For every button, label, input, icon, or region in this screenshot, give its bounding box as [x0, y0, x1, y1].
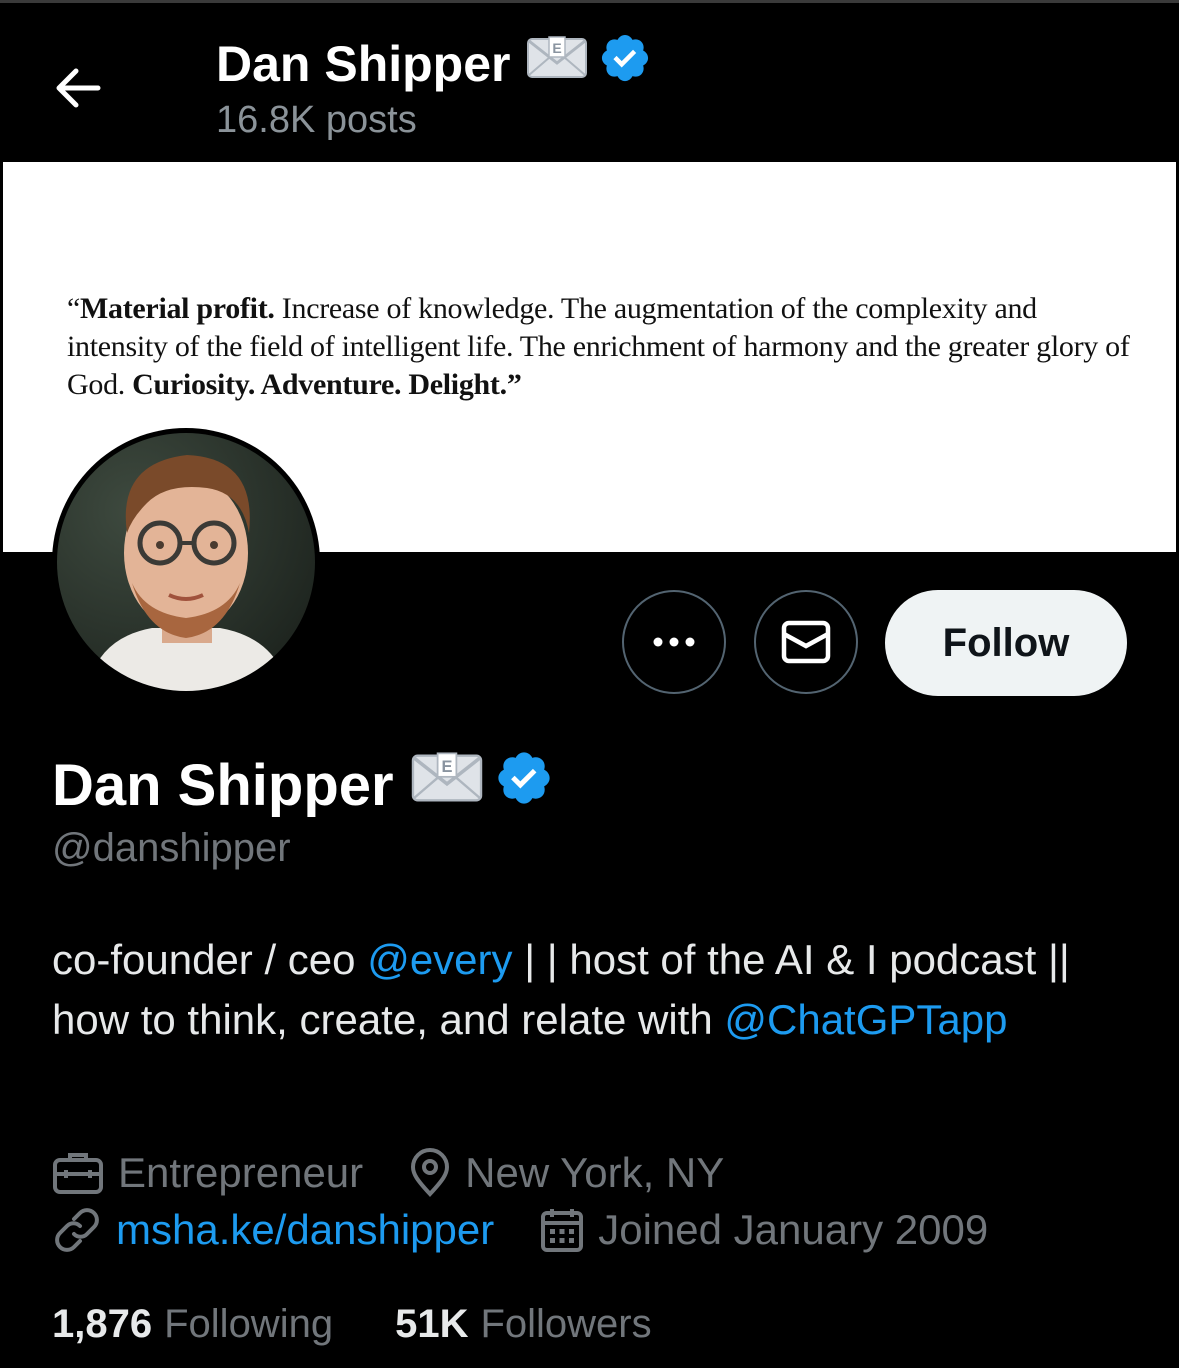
avatar-photo: [57, 433, 315, 691]
more-button[interactable]: [622, 590, 726, 694]
profile-header: Dan Shipper E 16.8K posts: [0, 3, 1179, 160]
back-button[interactable]: [48, 58, 108, 118]
svg-text:E: E: [441, 758, 452, 776]
avatar[interactable]: [52, 428, 320, 696]
quote-close: ”: [506, 368, 522, 401]
profile-handle: @danshipper: [52, 826, 291, 870]
message-button[interactable]: [754, 590, 858, 694]
join-date: Joined January 2009: [540, 1206, 988, 1254]
profile-name: Dan Shipper: [52, 752, 394, 818]
occupation: Entrepreneur: [52, 1149, 363, 1197]
location-pin-icon: [411, 1148, 450, 1197]
quote-bold-2: Curiosity. Adventure. Delight.: [132, 368, 507, 401]
followers-link[interactable]: 51K Followers: [395, 1302, 652, 1347]
quote-bold-1: Material profit.: [80, 292, 275, 325]
bio-text-1: co-founder / ceo: [52, 936, 368, 983]
joined-text: Joined January 2009: [598, 1206, 989, 1253]
followers-label: Followers: [480, 1302, 652, 1346]
followers-count: 51K: [395, 1302, 469, 1346]
profile-meta-row-2: msha.ke/danshipper Joined January 2009: [52, 1205, 1034, 1255]
verified-badge-icon: [598, 31, 652, 97]
following-label: Following: [164, 1302, 334, 1346]
profile-meta-row-1: Entrepreneur New York, NY: [52, 1148, 770, 1198]
quote-open: “: [67, 292, 81, 325]
link-icon: [55, 1208, 99, 1252]
header-name: Dan Shipper: [216, 36, 511, 92]
envelope-emoji-icon: E: [526, 35, 588, 93]
header-title: Dan Shipper E: [216, 31, 652, 97]
back-arrow-icon: [56, 68, 101, 108]
svg-text:E: E: [553, 40, 562, 56]
follow-button[interactable]: Follow: [885, 590, 1127, 696]
banner-quote: “Material profit. Increase of knowledge.…: [67, 290, 1137, 404]
calendar-icon: [541, 1209, 584, 1252]
occupation-text: Entrepreneur: [118, 1149, 364, 1196]
following-link[interactable]: 1,876 Following: [52, 1302, 333, 1347]
briefcase-icon: [53, 1153, 103, 1194]
website[interactable]: msha.ke/danshipper: [52, 1205, 494, 1255]
mention-chatgptapp-link[interactable]: @ChatGPTapp: [724, 996, 1007, 1043]
message-icon: [781, 620, 831, 664]
following-count: 1,876: [52, 1302, 153, 1346]
more-icon: [653, 637, 695, 647]
profile-bio: co-founder / ceo @every | | host of the …: [52, 930, 1132, 1050]
verified-badge-icon[interactable]: [494, 748, 554, 822]
website-link[interactable]: msha.ke/danshipper: [116, 1206, 494, 1254]
profile-name-row: Dan Shipper E: [52, 748, 554, 822]
follow-stats: 1,876 Following 51K Followers: [52, 1302, 714, 1347]
mention-every-link[interactable]: @every: [367, 936, 512, 983]
location-text: New York, NY: [465, 1149, 725, 1196]
post-count: 16.8K posts: [216, 99, 417, 141]
envelope-emoji-icon: E: [410, 751, 484, 819]
location: New York, NY: [409, 1148, 724, 1198]
